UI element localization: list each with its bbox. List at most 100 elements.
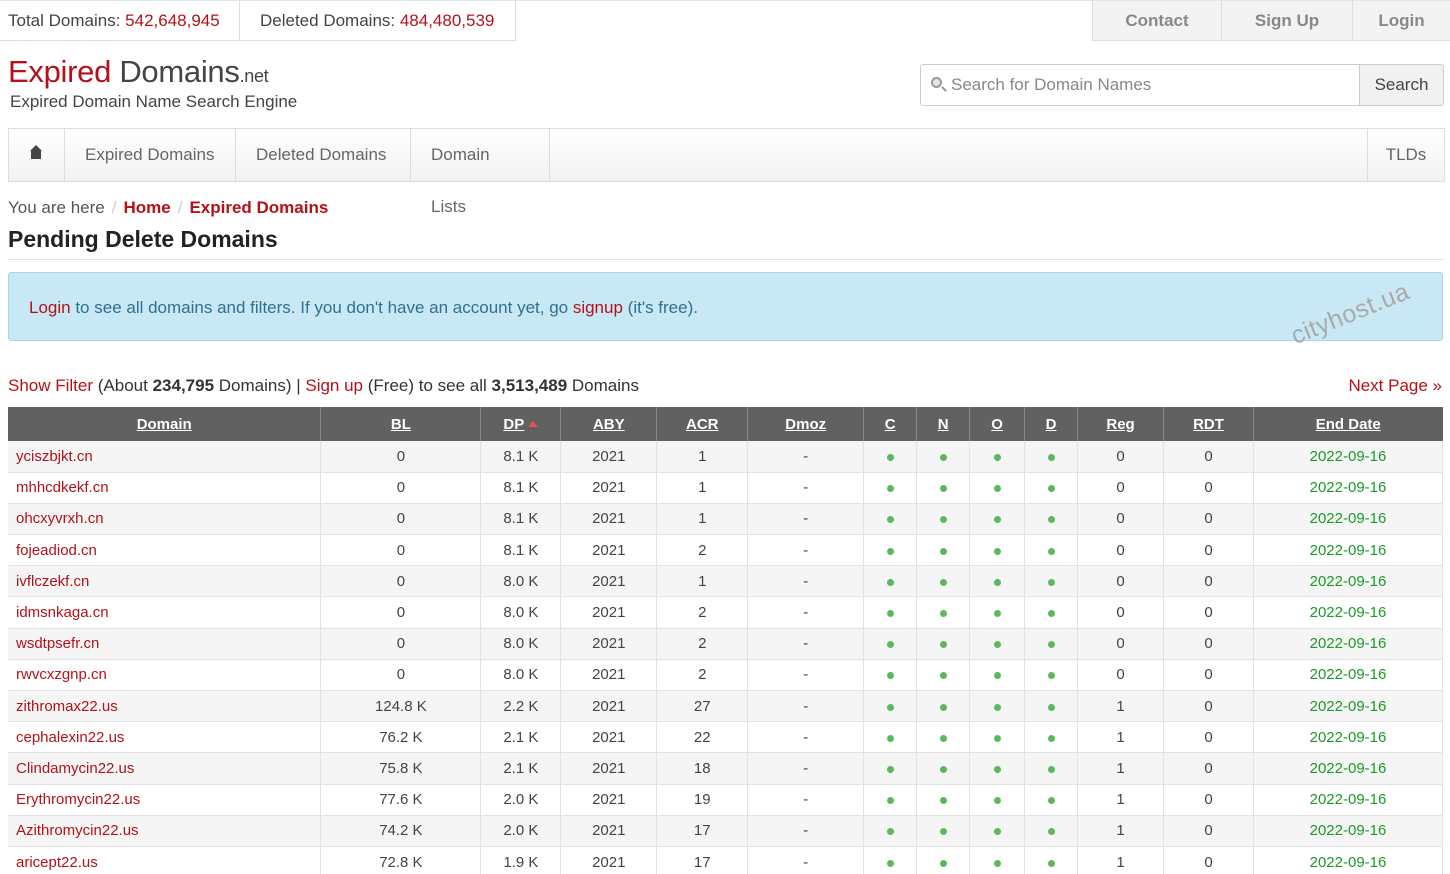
col-header-domain[interactable]: Domain <box>8 407 322 441</box>
nav-deleted-domains[interactable]: Deleted Domains <box>236 129 411 181</box>
cell-status-c <box>863 628 918 660</box>
table-row: cephalexin22.us 76.2 K 2.1 K 2021 22- 1 0 2022-… <box>8 721 1443 754</box>
col-header-dp[interactable]: DP <box>480 407 562 441</box>
cell-reg: 0 <box>1077 503 1165 536</box>
domain-link[interactable]: ivflczekf.cn <box>16 573 89 590</box>
col-header-end-date[interactable]: End Date <box>1253 407 1443 441</box>
cell-domain: cephalexin22.us <box>8 721 322 754</box>
cell-domain: ivflczekf.cn <box>8 565 322 598</box>
green-dot-icon <box>939 453 947 461</box>
nav-tlds[interactable]: TLDs <box>1367 129 1444 181</box>
cell-dp: 8.0 K <box>480 565 562 598</box>
cell-acr: 22 <box>656 721 749 754</box>
alert-signup-link[interactable]: signup <box>573 298 623 317</box>
cell-end-date: 2022-09-16 <box>1253 846 1443 874</box>
nav-expired-domains[interactable]: Expired Domains <box>65 129 236 181</box>
cell-status-n <box>916 846 971 874</box>
green-dot-icon <box>1047 610 1055 618</box>
cell-status-o <box>969 472 1026 504</box>
domain-link[interactable]: rwvcxzgnp.cn <box>16 666 107 683</box>
cell-status-n <box>916 441 971 473</box>
total-domains-value: 542,648,945 <box>125 11 220 30</box>
col-header-acr[interactable]: ACR <box>656 407 749 441</box>
nav-domain-lists[interactable]: Domain Lists <box>411 129 550 216</box>
breadcrumb-separator: / <box>177 198 183 217</box>
cell-status-d <box>1024 721 1079 754</box>
cell-end-date: 2022-09-16 <box>1253 784 1443 816</box>
cell-dp: 2.2 K <box>480 690 562 723</box>
domain-link[interactable]: Azithromycin22.us <box>16 822 139 839</box>
col-header-d[interactable]: D <box>1024 407 1079 441</box>
signup-link[interactable]: Sign Up <box>1221 1 1352 41</box>
cell-dp: 2.1 K <box>480 721 562 754</box>
cell-dp: 8.1 K <box>480 503 562 536</box>
domain-link[interactable]: Clindamycin22.us <box>16 760 134 777</box>
green-dot-icon <box>1047 672 1055 680</box>
cell-rdt: 0 <box>1163 565 1254 598</box>
cell-rdt: 0 <box>1163 752 1254 785</box>
green-dot-icon <box>993 703 1001 711</box>
filter-signup-link[interactable]: Sign up <box>305 376 363 395</box>
cell-aby: 2021 <box>560 752 658 785</box>
cell-acr: 27 <box>656 690 749 723</box>
green-dot-icon <box>886 765 894 773</box>
domain-link[interactable]: Erythromycin22.us <box>16 791 140 808</box>
domain-link[interactable]: yciszbjkt.cn <box>16 448 93 465</box>
col-header-n[interactable]: N <box>916 407 971 441</box>
cell-domain: Clindamycin22.us <box>8 752 322 785</box>
domain-link[interactable]: mhhcdkekf.cn <box>16 479 109 496</box>
green-dot-icon <box>939 516 947 524</box>
cell-aby: 2021 <box>560 721 658 754</box>
cell-end-date: 2022-09-16 <box>1253 596 1443 629</box>
site-logo[interactable]: Expired Domains.net <box>8 54 269 90</box>
green-dot-icon <box>1047 703 1055 711</box>
cell-bl: 124.8 K <box>320 690 482 723</box>
col-header-dmoz[interactable]: Dmoz <box>747 407 865 441</box>
domain-link[interactable]: ohcxyvrxh.cn <box>16 510 104 527</box>
total-count: 3,513,489 <box>491 376 568 395</box>
domain-link[interactable]: zithromax22.us <box>16 698 118 715</box>
contact-link[interactable]: Contact <box>1092 1 1221 41</box>
green-dot-icon <box>886 547 894 555</box>
site-tagline: Expired Domain Name Search Engine <box>10 92 298 111</box>
col-header-rdt[interactable]: RDT <box>1163 407 1254 441</box>
domain-link[interactable]: cephalexin22.us <box>16 729 124 746</box>
cell-dp: 8.1 K <box>480 472 562 504</box>
cell-end-date: 2022-09-16 <box>1253 628 1443 660</box>
domain-link[interactable]: aricept22.us <box>16 854 98 871</box>
green-dot-icon <box>993 641 1001 649</box>
cell-status-n <box>916 752 971 785</box>
domain-link[interactable]: idmsnkaga.cn <box>16 604 109 621</box>
cell-status-d <box>1024 503 1079 536</box>
domain-link[interactable]: fojeadiod.cn <box>16 542 97 559</box>
col-header-o[interactable]: O <box>969 407 1026 441</box>
col-header-bl[interactable]: BL <box>320 407 482 441</box>
cell-domain: rwvcxzgnp.cn <box>8 659 322 692</box>
breadcrumb-home[interactable]: Home <box>123 198 170 217</box>
green-dot-icon <box>993 516 1001 524</box>
alert-login-link[interactable]: Login <box>29 298 71 317</box>
nav-home[interactable] <box>9 129 65 181</box>
total-suffix: Domains <box>567 376 639 395</box>
breadcrumb-expired-domains[interactable]: Expired Domains <box>189 198 328 217</box>
green-dot-icon <box>993 828 1001 836</box>
col-header-aby[interactable]: ABY <box>560 407 658 441</box>
cell-dmoz: - <box>747 503 865 536</box>
cell-dp: 2.0 K <box>480 784 562 816</box>
login-link[interactable]: Login <box>1352 1 1450 41</box>
cell-dmoz: - <box>747 534 865 567</box>
next-page-link[interactable]: Next Page » <box>1348 376 1442 396</box>
cell-rdt: 0 <box>1163 815 1254 847</box>
domain-link[interactable]: wsdtpsefr.cn <box>16 635 99 652</box>
cell-reg: 0 <box>1077 596 1165 629</box>
sort-up-icon <box>528 420 539 427</box>
col-header-c[interactable]: C <box>863 407 918 441</box>
cell-acr: 1 <box>656 472 749 504</box>
col-header-reg[interactable]: Reg <box>1077 407 1165 441</box>
search-input[interactable] <box>921 65 1359 105</box>
green-dot-icon <box>1047 828 1055 836</box>
deleted-domains-label: Deleted Domains: <box>260 11 400 30</box>
cell-status-d <box>1024 565 1079 598</box>
search-button[interactable]: Search <box>1359 65 1443 105</box>
show-filter-link[interactable]: Show Filter <box>8 376 93 395</box>
